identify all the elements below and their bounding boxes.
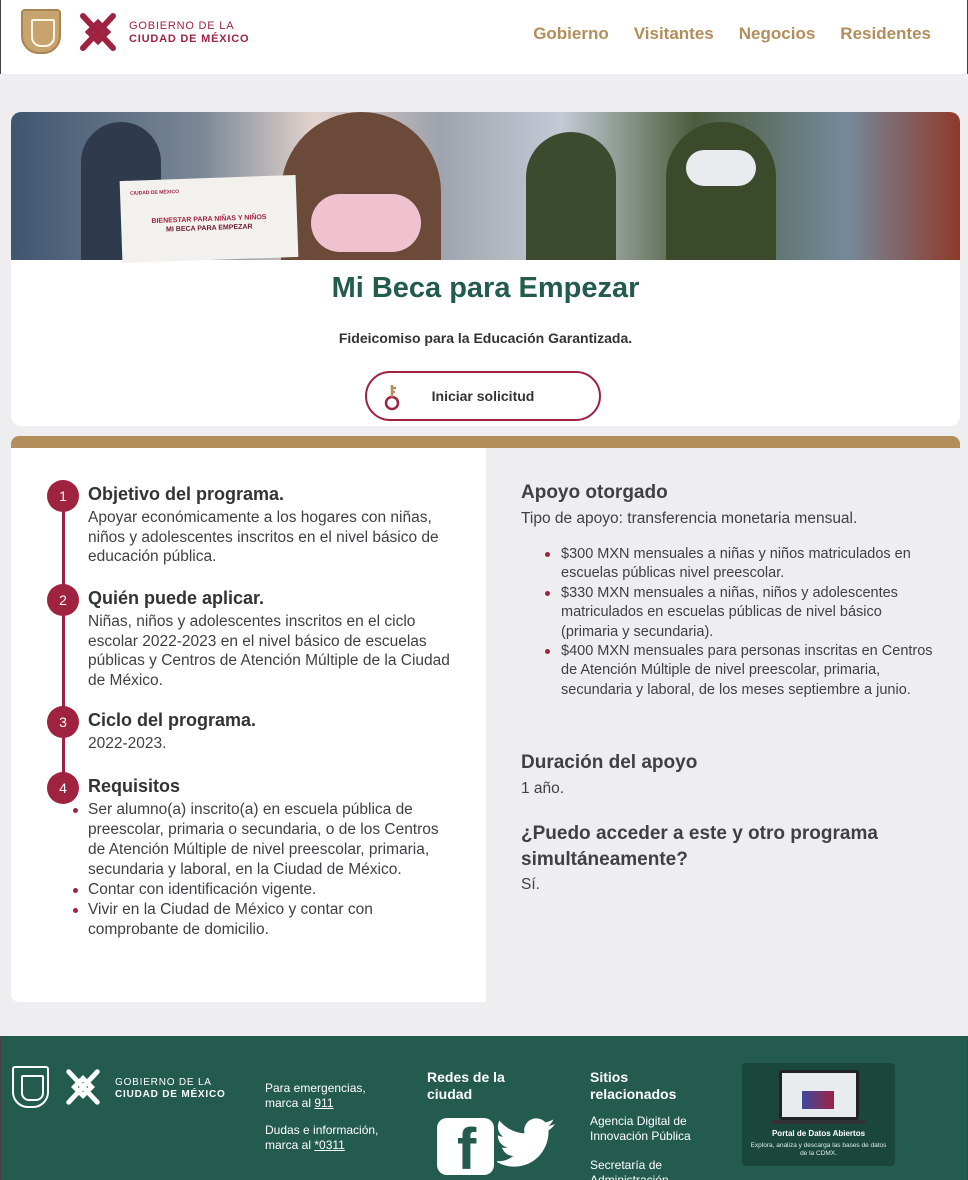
program-hero-card: CIUDAD DE MÉXICO BIENESTAR PARA NIÑAS Y … — [11, 112, 960, 426]
info-phone-link[interactable]: *0311 — [314, 1138, 344, 1152]
step-text: Apoyar económicamente a los hogares con … — [88, 509, 439, 566]
step-number: 3 — [47, 706, 79, 738]
list-item: $400 MXN mensuales para personas inscrit… — [545, 642, 941, 700]
open-data-portal-banner[interactable]: Portal de Datos Abiertos Explora, analiz… — [742, 1063, 895, 1166]
program-steps-panel: 1 Objetivo del programa. Apoyar económic… — [11, 448, 486, 1002]
list-item: Vivir en la Ciudad de México y contar co… — [73, 900, 458, 940]
twitter-icon[interactable] — [497, 1116, 557, 1170]
main-nav: Gobierno Visitantes Negocios Residentes — [533, 24, 931, 44]
step-number: 1 — [47, 480, 79, 512]
cdmx-emblem-logo[interactable] — [61, 1062, 105, 1112]
site-header: GOBIERNO DE LA CIUDAD DE MÉXICO Gobierno… — [0, 0, 968, 74]
portal-title: Portal de Datos Abiertos — [771, 1129, 866, 1138]
support-amounts-list: $300 MXN mensuales a niñas y niños matri… — [545, 545, 941, 700]
support-heading: Apoyo otorgado — [521, 482, 668, 503]
info-line: Dudas e información, marca al *0311 — [265, 1123, 379, 1152]
list-item: Ser alumno(a) inscrito(a) en escuela púb… — [73, 800, 458, 880]
cdmx-emblem-logo[interactable] — [75, 6, 121, 58]
nav-visitantes[interactable]: Visitantes — [634, 24, 714, 44]
step-title: Ciclo del programa. — [88, 710, 257, 730]
start-application-button[interactable]: Iniciar solicitud — [365, 371, 601, 421]
cdmx-shield-logo[interactable] — [12, 1066, 49, 1108]
emergency-info: Para emergencias, marca al 911 — [265, 1081, 366, 1110]
social-heading: Redes de la ciudad — [427, 1069, 505, 1102]
portal-description: Explora, analiza y descarga las bases de… — [750, 1142, 887, 1157]
step-title: Quién puede aplicar. — [88, 588, 265, 608]
simultaneous-text: Sí. — [521, 876, 540, 893]
support-details-panel: Apoyo otorgado Tipo de apoyo: transferen… — [486, 448, 960, 1002]
step-text: Niñas, niños y adolescentes inscritos en… — [88, 613, 450, 689]
step-number: 2 — [47, 584, 79, 616]
photo-beca-card: CIUDAD DE MÉXICO BIENESTAR PARA NIÑAS Y … — [119, 174, 299, 264]
facebook-icon[interactable]: f — [437, 1118, 494, 1175]
hero-photo: CIUDAD DE MÉXICO BIENESTAR PARA NIÑAS Y … — [11, 112, 960, 264]
related-link-agencia[interactable]: Agencia Digital de Innovación Pública — [590, 1114, 710, 1144]
page-title: Mi Beca para Empezar — [331, 272, 640, 304]
duration-text: 1 año. — [521, 780, 565, 797]
gov-wordmark: GOBIERNO DE LA CIUDAD DE MÉXICO — [129, 20, 250, 45]
duration-heading: Duración del apoyo — [521, 752, 698, 773]
mini-gov-logo: CIUDAD DE MÉXICO — [129, 189, 180, 197]
list-item: $300 MXN mensuales a niñas y niños matri… — [545, 545, 941, 584]
nav-negocios[interactable]: Negocios — [739, 24, 816, 44]
site-footer: GOBIERNO DE LA CIUDAD DE MÉXICO Para eme… — [0, 1036, 968, 1180]
page-subtitle: Fideicomiso para la Educación Garantizad… — [338, 330, 633, 346]
list-item: Contar con identificación vigente. — [73, 880, 458, 900]
requirements-list: Ser alumno(a) inscrito(a) en escuela púb… — [73, 800, 458, 940]
step-title: Requisitos — [88, 776, 181, 796]
nav-gobierno[interactable]: Gobierno — [533, 24, 609, 44]
step-title: Objetivo del programa. — [88, 484, 285, 504]
emergency-link[interactable]: 911 — [314, 1096, 333, 1110]
related-link-secretaria[interactable]: Secretaría de Administración — [590, 1158, 710, 1180]
cdmx-shield-logo[interactable] — [21, 9, 61, 54]
gov-wordmark: GOBIERNO DE LA CIUDAD DE MÉXICO — [115, 1077, 226, 1100]
simultaneous-heading: ¿Puedo acceder a este y otro programa si… — [521, 823, 878, 870]
laptop-illustration — [779, 1070, 859, 1120]
start-application-label: Iniciar solicitud — [431, 388, 535, 404]
related-heading: Sitios relacionados — [590, 1069, 677, 1102]
support-type-text: Tipo de apoyo: transferencia monetaria m… — [521, 510, 858, 527]
nav-residentes[interactable]: Residentes — [840, 24, 931, 44]
step-text: 2022-2023. — [88, 735, 167, 752]
step-number: 4 — [47, 772, 79, 804]
list-item: $330 MXN mensuales a niñas, niños y adol… — [545, 584, 941, 642]
steps-timeline-line — [62, 492, 65, 790]
